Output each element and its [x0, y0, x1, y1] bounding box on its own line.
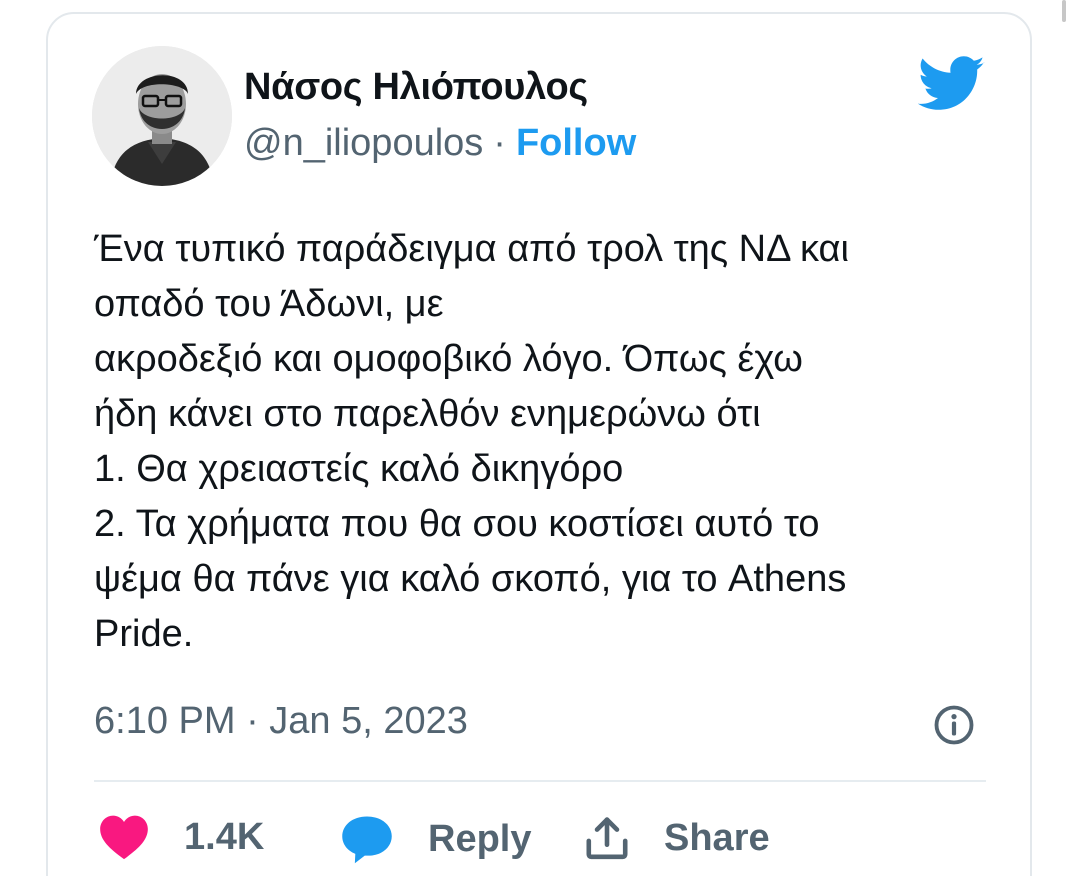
avatar-photo [92, 46, 232, 186]
twitter-bird-icon[interactable] [918, 56, 986, 112]
follow-button[interactable]: Follow [516, 122, 636, 165]
tweet-body: Ένα τυπικό παράδειγμα από τρολ της ΝΔ κα… [94, 222, 974, 662]
tweet-body-line: Pride. [94, 613, 194, 655]
tweet-body-line: ακροδεξιό και ομοφοβικό λόγο. Όπως έχω [94, 338, 803, 380]
tweet-body-line: ήδη κάνει στο παρελθόν ενημερώνω ότι [94, 393, 761, 435]
author-name[interactable]: Νάσος Ηλιόπουλος [244, 66, 588, 109]
page: Νάσος Ηλιόπουλος @n_iliopoulos · Follow … [0, 0, 1080, 876]
author-handle[interactable]: @n_iliopoulos [244, 122, 483, 165]
scrollbar-thumb[interactable] [1062, 0, 1066, 22]
share-upload-icon [586, 817, 628, 860]
like-button[interactable]: 1.4K [98, 814, 264, 860]
speech-bubble-icon [342, 816, 392, 864]
tweet-body-line: 1. Θα χρειαστείς καλό δικηγόρο [94, 448, 624, 490]
handle-separator: · [493, 122, 506, 164]
heart-icon [100, 815, 148, 860]
tweet-body-line: 2. Τα χρήματα που θα σου κοστίσει αυτό τ… [94, 503, 820, 545]
info-icon[interactable] [933, 704, 975, 746]
share-button[interactable]: Share [584, 814, 770, 862]
like-count: 1.4K [184, 815, 265, 858]
reply-button[interactable]: Reply [340, 814, 531, 864]
divider [94, 780, 986, 782]
avatar[interactable] [92, 46, 232, 186]
handle-row: @n_iliopoulos · Follow [244, 122, 636, 165]
tweet-body-line: Ένα τυπικό παράδειγμα από τρολ της ΝΔ κα… [94, 228, 849, 270]
tweet-body-line: οπαδό του Άδωνι, με [94, 283, 444, 325]
reply-label: Reply [428, 817, 532, 860]
share-label: Share [664, 816, 770, 859]
tweet-timestamp[interactable]: 6:10 PM · Jan 5, 2023 [94, 700, 468, 743]
tweet-body-line: ψέμα θα πάνε για καλό σκοπό, για το Athe… [94, 558, 847, 600]
